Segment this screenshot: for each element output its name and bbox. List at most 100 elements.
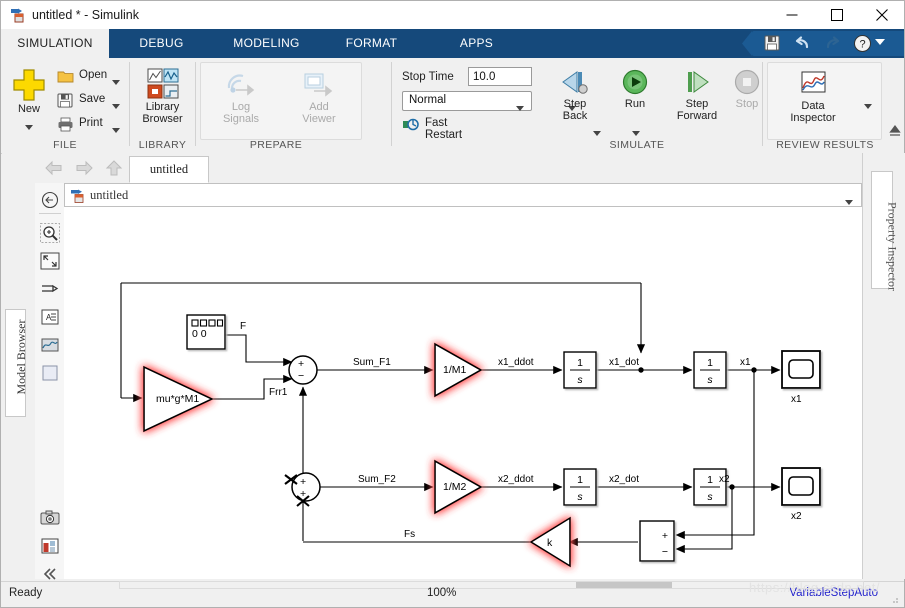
library-browser-button[interactable]: Library Browser: [130, 68, 195, 125]
stop-time-input[interactable]: [468, 67, 532, 86]
signal-label-x2: x2: [719, 474, 730, 485]
block-diagram: 0 0 mu*g*M1 + − 1/M1 1 s 1 s + + 1/M2 1 …: [120, 282, 821, 568]
help-icon[interactable]: ?: [853, 34, 873, 53]
save-dropdown-caret[interactable]: [112, 98, 120, 112]
minimize-ribbon-button[interactable]: [888, 124, 902, 138]
open-dropdown-caret[interactable]: [112, 74, 120, 88]
model-browser-label: Model Browser: [14, 319, 28, 395]
data-inspector-label-2: Inspector: [790, 112, 836, 124]
forward-arrow-icon[interactable]: [74, 159, 94, 177]
step-forward-label-1: Step: [685, 98, 709, 110]
up-arrow-icon[interactable]: [104, 159, 124, 177]
model-icon: [71, 188, 86, 203]
svg-text:+: +: [662, 530, 668, 542]
simulation-mode-select[interactable]: Normal: [402, 91, 532, 111]
sum-block-difference[interactable]: + −: [639, 520, 675, 562]
wire-x1-to-diff-plus: [675, 370, 755, 540]
watermark-text: https://blog.csdn.net/: [749, 580, 880, 595]
model-browser-tab[interactable]: Model Browser: [5, 309, 28, 417]
tab-debug[interactable]: DEBUG: [109, 29, 214, 58]
sum-block-F2[interactable]: + +: [284, 472, 321, 507]
chevron-down-icon[interactable]: [875, 39, 895, 58]
model-canvas[interactable]: 0 0 mu*g*M1 + − 1/M1 1 s 1 s + + 1/M2 1 …: [64, 207, 862, 579]
camera-icon[interactable]: [40, 508, 60, 528]
log-signals-button[interactable]: Log Signals: [206, 70, 276, 125]
data-inspector-button[interactable]: Data Inspector: [773, 70, 853, 124]
status-zoom[interactable]: 100%: [427, 587, 456, 599]
back-arrow-icon[interactable]: [44, 159, 64, 177]
property-inspector-tab[interactable]: Property Inspector: [871, 171, 900, 291]
svg-text:+: +: [300, 476, 306, 488]
add-viewer-button[interactable]: Add Viewer: [284, 70, 354, 125]
signal-route-icon[interactable]: [40, 279, 60, 299]
compare-icon[interactable]: [40, 536, 60, 556]
window-title: untitled * - Simulink: [32, 8, 139, 22]
sum-block-F1[interactable]: + −: [288, 355, 318, 385]
tab-modeling[interactable]: MODELING: [214, 29, 319, 58]
scope-block-x2[interactable]: [781, 467, 821, 506]
tab-format[interactable]: FORMAT: [319, 29, 424, 58]
signal-label-x1_dot: x1_dot: [609, 357, 639, 368]
scope-block-x1[interactable]: [781, 350, 821, 389]
ribbon-group-title-review: REVIEW RESULTS: [776, 139, 874, 151]
gain-1M2-label: 1/M2: [443, 481, 467, 493]
integrator-block-1[interactable]: 1 s: [563, 351, 597, 389]
undo-icon[interactable]: [793, 34, 813, 53]
run-caret[interactable]: [632, 125, 640, 139]
ribbon-group-title-library: LIBRARY: [138, 139, 187, 151]
signal-source-block[interactable]: 0 0: [186, 314, 226, 350]
save-icon[interactable]: [763, 34, 783, 53]
step-back-caret[interactable]: [593, 125, 601, 139]
library-browser-label-2: Browser: [142, 113, 183, 125]
fit-to-view-icon[interactable]: [40, 251, 60, 271]
tab-apps[interactable]: APPS: [424, 29, 529, 58]
area-icon[interactable]: [40, 363, 60, 383]
new-button[interactable]: New: [6, 68, 52, 133]
add-viewer-icon: [304, 73, 333, 97]
svg-text:1: 1: [577, 474, 583, 486]
scope-preview-icon[interactable]: [40, 335, 60, 355]
new-dropdown-caret[interactable]: [25, 119, 33, 133]
minimize-button[interactable]: [769, 1, 814, 29]
navigate-back-icon[interactable]: [40, 190, 60, 210]
zoom-in-icon[interactable]: [40, 223, 60, 243]
add-viewer-label-2: Viewer: [302, 113, 336, 125]
signal-label-F: F: [240, 321, 246, 332]
signal-label-Fs: Fs: [404, 529, 415, 540]
hscrollbar-thumb[interactable]: [576, 582, 672, 588]
svg-text:1: 1: [707, 474, 713, 486]
tool-rail-divider: [39, 213, 61, 214]
run-button[interactable]: Run: [610, 68, 660, 122]
step-back-label-2: Back: [562, 110, 588, 122]
fast-restart-icon: [402, 117, 420, 132]
svg-text:1: 1: [577, 357, 583, 369]
data-inspector-caret[interactable]: [864, 98, 872, 112]
print-dropdown-caret[interactable]: [112, 122, 120, 136]
ribbon-group-library: Library Browser LIBRARY: [130, 58, 195, 153]
breadcrumb[interactable]: untitled: [64, 183, 862, 207]
gain-mu-label: mu*g*M1: [156, 393, 199, 405]
canvas-tool-rail: A: [35, 183, 65, 580]
ribbon-group-file: New Open Save Print FILE: [1, 58, 129, 153]
annotation-icon[interactable]: A: [40, 307, 60, 327]
junction-x1: [751, 367, 757, 373]
step-back-button[interactable]: Step Back: [547, 68, 603, 122]
log-signals-label-1: Log: [231, 101, 251, 113]
step-forward-button[interactable]: Step Forward: [664, 68, 730, 122]
chevron-down-icon[interactable]: [845, 194, 853, 208]
integrator-block-3[interactable]: 1 s: [563, 468, 597, 506]
maximize-button[interactable]: [814, 1, 859, 29]
svg-text:0 0: 0 0: [192, 328, 207, 340]
resize-grip-icon[interactable]: [888, 593, 900, 605]
redo-icon[interactable]: [822, 34, 842, 53]
close-button[interactable]: [859, 1, 904, 29]
stop-time-label: Stop Time: [402, 71, 454, 83]
data-inspector-label-1: Data: [801, 100, 825, 112]
tab-simulation[interactable]: SIMULATION: [1, 29, 109, 58]
property-inspector-label: Property Inspector: [885, 202, 900, 291]
signal-label-x1: x1: [740, 357, 751, 368]
quick-access-notch: [742, 31, 752, 56]
model-tab-untitled[interactable]: untitled: [129, 156, 209, 183]
library-browser-label-1: Library: [145, 101, 180, 113]
integrator-block-2[interactable]: 1 s: [693, 351, 727, 389]
